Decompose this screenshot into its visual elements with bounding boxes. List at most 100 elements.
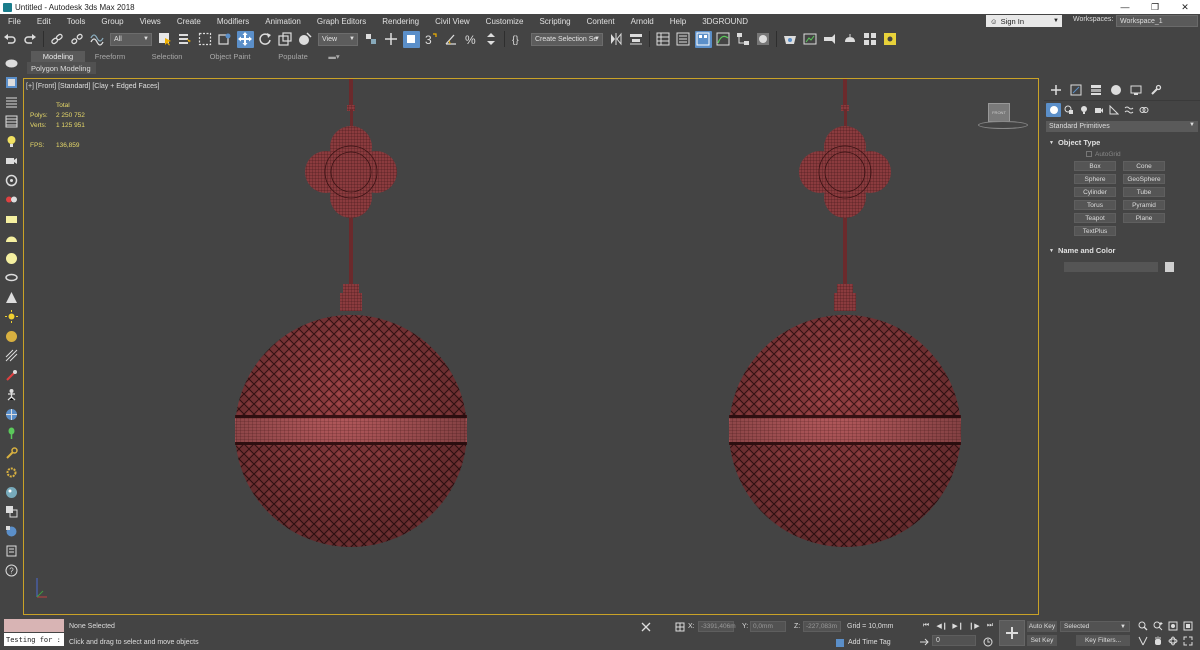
rectangle-shape-icon[interactable] [2,211,20,228]
maximize-viewport-icon[interactable] [1181,635,1194,646]
material-ball-icon[interactable] [2,484,20,501]
grid-icon[interactable] [2,347,20,364]
menu-modifiers[interactable]: Modifiers [209,17,257,26]
maxscript-listener-input[interactable]: Testing for : [4,633,64,646]
window-crossing-icon[interactable] [217,31,234,48]
table-icon[interactable] [2,113,20,130]
layer-explorer-icon[interactable] [675,31,692,48]
sphere-button[interactable]: Sphere [1074,174,1116,184]
cylinder-button[interactable]: Cylinder [1074,187,1116,197]
zoom-extents-all-icon[interactable] [1181,620,1194,631]
tube-button[interactable]: Tube [1123,187,1165,197]
scene-explorer-icon[interactable] [655,31,672,48]
z-coord-input[interactable]: -227,083m [803,621,841,632]
cone-icon[interactable] [2,289,20,306]
set-keys-button[interactable] [999,620,1025,646]
utilities-tab-wrench-icon[interactable] [1146,81,1166,99]
spacewarps-category-icon[interactable] [1121,103,1136,117]
zoom-extents-icon[interactable] [1166,620,1179,631]
rectangular-selection-icon[interactable] [197,31,214,48]
undo-icon[interactable] [2,31,19,48]
play-icon[interactable]: ▶❙ [950,620,966,632]
select-and-move-icon[interactable] [236,30,254,48]
menu-tools[interactable]: Tools [59,17,94,26]
autogrid-checkbox[interactable]: AutoGrid [1086,149,1200,159]
angle-snap-icon[interactable] [443,31,460,48]
key-selection-dropdown[interactable]: Selected ▼ [1060,621,1130,632]
object-color-swatch[interactable] [1165,262,1174,272]
lights-category-icon[interactable] [1076,103,1091,117]
sphere-icon[interactable] [2,250,20,267]
teapot-button[interactable]: Teapot [1074,213,1116,223]
menu-scripting[interactable]: Scripting [531,17,578,26]
menu-views[interactable]: Views [132,17,169,26]
ribbon-tab-populate[interactable]: Populate [270,51,316,62]
pyramid-button[interactable]: Pyramid [1123,200,1165,210]
primitive-type-select[interactable]: Standard Primitives ▼ [1046,121,1198,132]
sphere-gold-icon[interactable] [2,328,20,345]
geosphere-button[interactable]: GeoSphere [1123,174,1165,184]
go-to-end-icon[interactable]: ⏭ [982,620,998,632]
torus-icon[interactable] [2,269,20,286]
viewport-layout-icon[interactable] [2,55,20,72]
workspace-select[interactable]: Workspace_1 [1116,15,1198,27]
viewcube[interactable]: FRONT [988,103,1010,122]
absolute-mode-transform-icon[interactable] [674,621,685,632]
key-mode-icon[interactable] [918,636,929,647]
current-frame-input[interactable]: 0 [932,635,976,646]
sun-icon[interactable] [2,308,20,325]
object-type-rollout[interactable]: ▼ Object Type [1044,136,1200,149]
geometry-category-icon[interactable] [1046,103,1061,117]
zoom-icon[interactable] [1136,620,1149,631]
select-by-name-icon[interactable] [177,31,194,48]
render-ball-icon[interactable] [2,523,20,540]
wrench-icon[interactable] [2,445,20,462]
front-viewport[interactable]: [+] [Front] [Standard] [Clay + Edged Fac… [23,78,1039,615]
maximize-button[interactable]: ❐ [1140,0,1170,14]
menu-group[interactable]: Group [93,17,131,26]
display-tab-icon[interactable] [1126,81,1146,99]
spacewarp-icon[interactable] [2,191,20,208]
light-bulb-icon[interactable] [2,133,20,150]
keyboard-shortcut-override-icon[interactable] [383,31,400,48]
add-time-tag[interactable]: Add Time Tag [848,639,891,646]
ribbon-tab-object-paint[interactable]: Object Paint [204,51,256,62]
mirror-icon[interactable] [608,31,625,48]
set-key-button[interactable]: Set Key [1027,635,1057,646]
viewport-label-menu[interactable]: [+] [Front] [Standard] [Clay + Edged Fac… [26,83,159,90]
modify-tab-icon[interactable] [1066,81,1086,99]
edit-named-selection-icon[interactable]: {} [510,31,527,48]
box-button[interactable]: Box [1074,161,1116,171]
reference-coordinate-select[interactable]: View ▼ [318,32,358,46]
plugin-yellow-icon[interactable] [882,31,899,48]
bind-space-warp-icon[interactable] [89,31,106,48]
gear-icon[interactable] [2,464,20,481]
cone-button[interactable]: Cone [1123,161,1165,171]
plane-button[interactable]: Plane [1123,213,1165,223]
time-configuration-icon[interactable] [982,636,993,647]
unlink-icon[interactable] [69,31,86,48]
render-frame-grid-icon[interactable] [862,31,879,48]
schematic-view-icon[interactable] [735,31,752,48]
close-button[interactable]: ✕ [1170,0,1200,14]
lamp-model-right[interactable] [729,79,961,547]
rendered-frame-window-icon[interactable] [802,31,819,48]
render-online-icon[interactable] [842,31,859,48]
clipboard-icon[interactable] [2,542,20,559]
pivot-center-icon[interactable] [363,31,380,48]
menu-customize[interactable]: Customize [478,17,532,26]
field-of-view-icon[interactable] [1136,635,1149,646]
helper-icon[interactable] [2,172,20,189]
object-name-input[interactable] [1064,262,1158,272]
menu-content[interactable]: Content [579,17,623,26]
orbit-icon[interactable] [1166,635,1179,646]
maxscript-listener-output[interactable] [4,619,64,632]
brush-icon[interactable] [2,367,20,384]
menu-arnold[interactable]: Arnold [623,17,662,26]
polygon-modeling-tab[interactable]: Polygon Modeling [27,62,96,74]
help-icon[interactable]: ? [2,562,20,579]
select-and-place-icon[interactable] [297,31,314,48]
globe-icon[interactable] [2,406,20,423]
ribbon-options-icon[interactable]: ▬▾ [326,51,342,62]
lamp-model-left[interactable] [235,79,467,547]
